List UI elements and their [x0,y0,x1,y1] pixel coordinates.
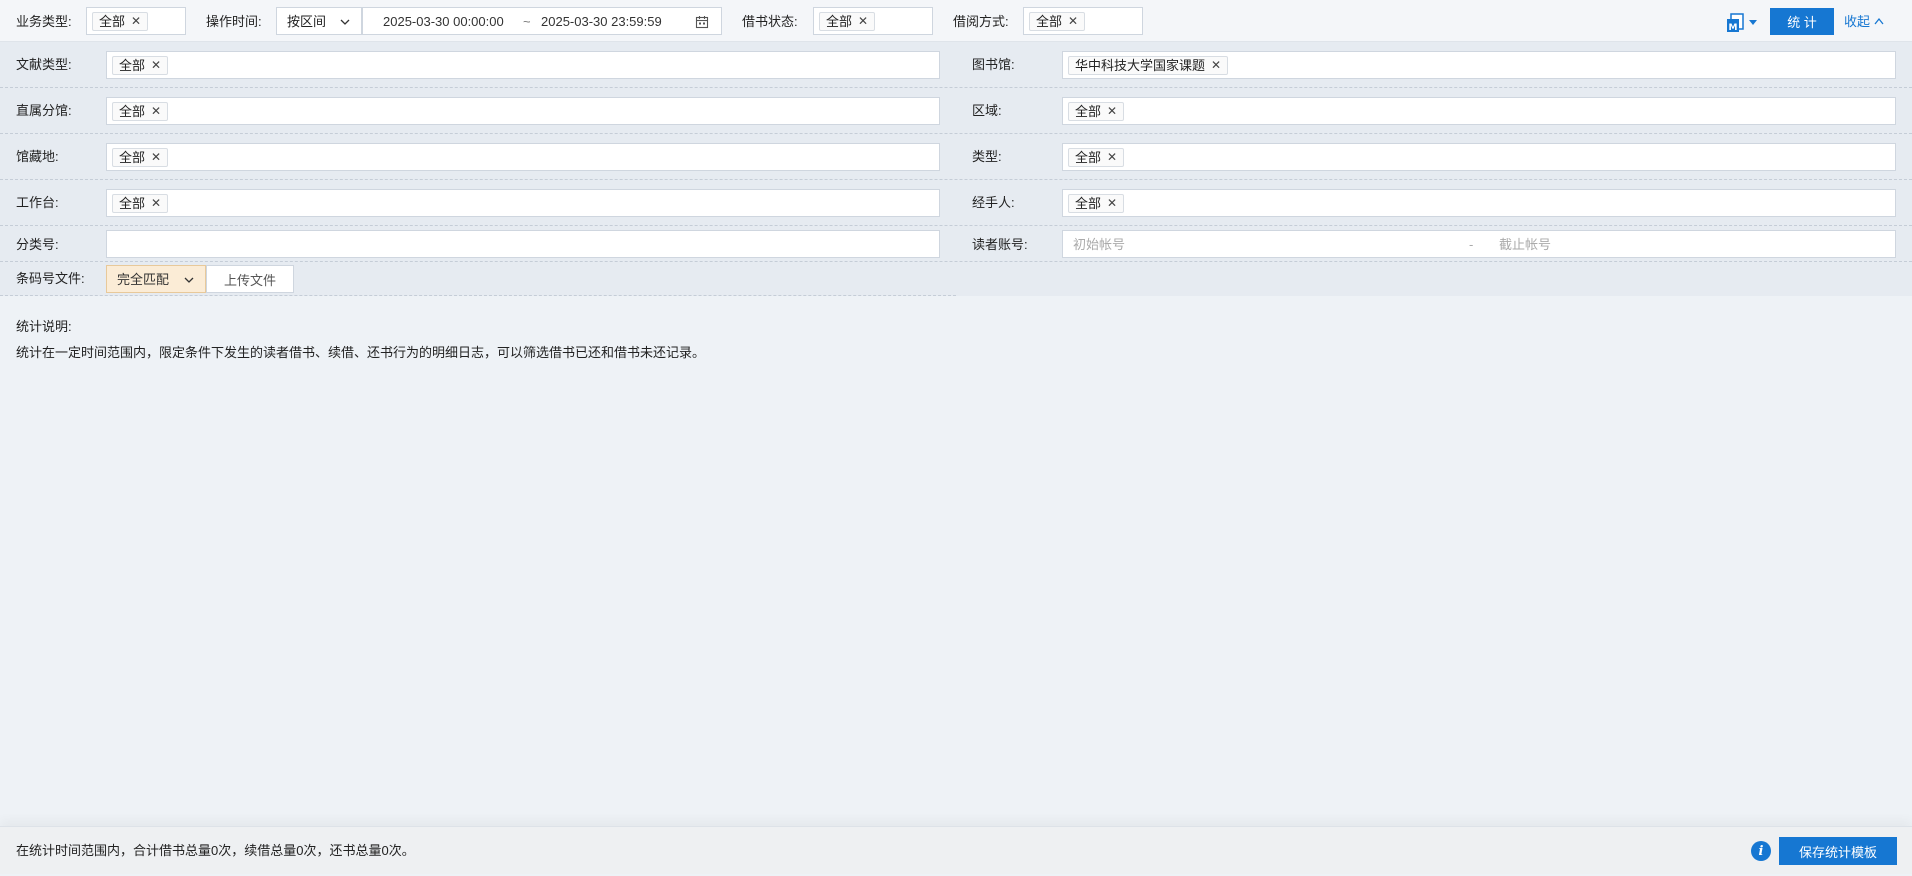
borrow-method-label: 借阅方式: [953,14,1009,29]
library-select[interactable]: 华中科技大学国家课题 ✕ [1062,51,1896,79]
library-label: 图书馆: [972,57,1015,72]
location-tag: 全部 ✕ [112,148,169,167]
date-end[interactable]: 2025-03-30 23:59:59 [541,14,662,30]
filter-row: 分类号: 读者账号: 初始帐号 - 截止帐号 [0,226,1912,262]
reader-account-label: 读者账号: [972,237,1028,252]
doc-type-label: 文献类型: [16,57,72,72]
calendar-icon [695,16,709,29]
collapse-link[interactable]: 收起 [1844,14,1884,30]
class-no-input[interactable] [106,230,940,258]
info-icon[interactable]: i [1751,841,1771,861]
workstation-select[interactable]: 全部 ✕ [106,189,940,217]
document-template-icon: M [1727,13,1744,33]
svg-text:M: M [1729,23,1738,33]
footer-bar: 在统计时间范围内，合计借书总量0次，续借总量0次，还书总量0次。 i 保存统计模… [0,826,1912,874]
date-range-picker[interactable]: 2025-03-30 00:00:00 ~ 2025-03-30 23:59:5… [362,7,722,35]
chevron-down-icon [184,277,194,283]
remove-tag-icon[interactable]: ✕ [151,195,161,212]
remove-tag-icon[interactable]: ✕ [151,57,161,74]
op-time-label: 操作时间: [206,14,262,29]
description-text: 统计在一定时间范围内，限定条件下发生的读者借书、续借、还书行为的明细日志，可以筛… [16,345,706,360]
workstation-tag: 全部 ✕ [112,194,169,213]
account-range-separator: - [1469,237,1474,252]
top-filter-bar: 业务类型: 全部 ✕ 操作时间: 按区间 2025-03-30 00:00:00 … [0,0,1912,42]
template-menu-button[interactable]: M [1724,12,1760,34]
match-mode-value: 完全匹配 [117,272,170,287]
doc-type-tag: 全部 ✕ [112,56,169,75]
business-type-select[interactable]: 全部 ✕ [86,7,186,35]
chevron-down-icon [340,19,350,25]
save-template-button[interactable]: 保存统计模板 [1779,837,1897,865]
type-select[interactable]: 全部 ✕ [1062,143,1896,171]
remove-tag-icon[interactable]: ✕ [131,13,141,30]
borrow-status-select[interactable]: 全部 ✕ [813,7,933,35]
stat-button[interactable]: 统 计 [1770,8,1834,35]
library-tag: 华中科技大学国家课题 ✕ [1068,56,1229,75]
filter-row: 工作台: 全部 ✕ 经手人: 全部 ✕ [0,180,1912,226]
business-type-tag: 全部 ✕ [92,12,149,31]
date-range-separator: ~ [523,14,531,29]
barcode-file-label: 条码号文件: [16,271,85,286]
description-title: 统计说明: [16,319,72,334]
remove-tag-icon[interactable]: ✕ [1107,103,1117,120]
operator-select[interactable]: 全部 ✕ [1062,189,1896,217]
type-label: 类型: [972,149,1002,164]
filter-row: 条码号文件: 完全匹配 上传文件 [0,262,956,296]
borrow-status-tag: 全部 ✕ [819,12,876,31]
filter-row: 文献类型: 全部 ✕ 图书馆: 华中科技大学国家课题 ✕ [0,42,1912,88]
remove-tag-icon[interactable]: ✕ [1107,195,1117,212]
doc-type-select[interactable]: 全部 ✕ [106,51,940,79]
business-type-label: 业务类型: [16,14,72,29]
region-tag: 全部 ✕ [1068,102,1125,121]
reader-account-range: 初始帐号 - 截止帐号 [1062,230,1896,258]
operator-label: 经手人: [972,195,1015,210]
filter-row: 馆藏地: 全部 ✕ 类型: 全部 ✕ [0,134,1912,180]
op-time-mode-select[interactable]: 按区间 [276,7,362,35]
filter-row: 直属分馆: 全部 ✕ 区域: 全部 ✕ [0,88,1912,134]
class-no-label: 分类号: [16,237,59,252]
remove-tag-icon[interactable]: ✕ [1107,149,1117,166]
region-label: 区域: [972,103,1002,118]
upload-file-button[interactable]: 上传文件 [206,265,294,293]
branch-select[interactable]: 全部 ✕ [106,97,940,125]
branch-tag: 全部 ✕ [112,102,169,121]
workstation-label: 工作台: [16,195,59,210]
borrow-method-tag: 全部 ✕ [1029,12,1086,31]
date-start[interactable]: 2025-03-30 00:00:00 [383,14,504,30]
type-tag: 全部 ✕ [1068,148,1125,167]
location-select[interactable]: 全部 ✕ [106,143,940,171]
region-select[interactable]: 全部 ✕ [1062,97,1896,125]
remove-tag-icon[interactable]: ✕ [858,13,868,30]
remove-tag-icon[interactable]: ✕ [1211,57,1221,74]
account-end-input[interactable]: 截止帐号 [1499,237,1551,253]
chevron-up-icon [1874,17,1884,25]
remove-tag-icon[interactable]: ✕ [151,103,161,120]
caret-down-icon [1749,20,1757,25]
op-time-mode-value: 按区间 [287,14,327,29]
filter-panel: 文献类型: 全部 ✕ 图书馆: 华中科技大学国家课题 ✕ 直属分馆: 全部 ✕ 区域:… [0,42,1912,296]
location-label: 馆藏地: [16,149,59,164]
summary-text: 在统计时间范围内，合计借书总量0次，续借总量0次，还书总量0次。 [16,843,415,858]
borrow-method-select[interactable]: 全部 ✕ [1023,7,1143,35]
borrow-status-label: 借书状态: [742,14,798,29]
account-start-input[interactable]: 初始帐号 [1073,237,1125,253]
match-mode-select[interactable]: 完全匹配 [106,265,206,293]
operator-tag: 全部 ✕ [1068,194,1125,213]
remove-tag-icon[interactable]: ✕ [151,149,161,166]
remove-tag-icon[interactable]: ✕ [1068,13,1078,30]
branch-label: 直属分馆: [16,103,72,118]
